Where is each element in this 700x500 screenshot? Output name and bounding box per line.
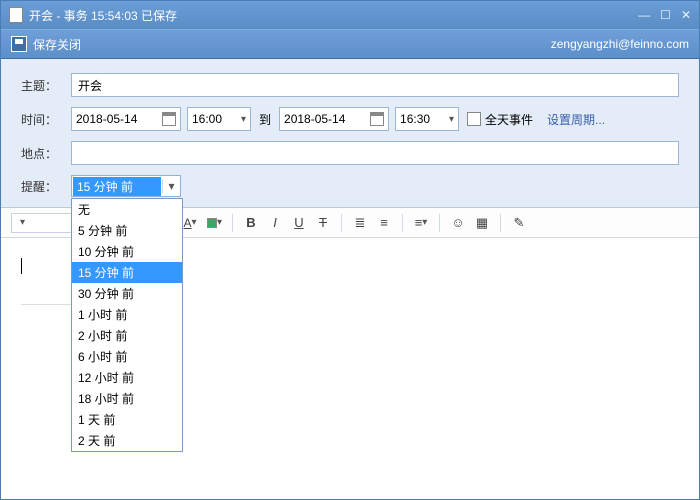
reminder-option[interactable]: 无 — [72, 199, 182, 220]
emoji-button[interactable]: ☺ — [448, 213, 468, 233]
reminder-dropdown[interactable]: 无5 分钟 前10 分钟 前15 分钟 前30 分钟 前1 小时 前2 小时 前… — [71, 198, 183, 452]
reminder-option[interactable]: 5 分钟 前 — [72, 220, 182, 241]
recurrence-link[interactable]: 设置周期... — [547, 111, 605, 128]
chevron-down-icon: ▾ — [162, 179, 180, 193]
allday-checkbox[interactable] — [467, 112, 481, 126]
align-button[interactable]: ≡▾ — [411, 213, 431, 233]
reminder-option[interactable]: 10 分钟 前 — [72, 241, 182, 262]
location-input[interactable] — [71, 141, 679, 165]
start-time-select[interactable]: 16:00 ▾ — [187, 107, 251, 131]
reminder-value: 15 分钟 前 — [73, 177, 161, 196]
start-date-input[interactable]: 2018-05-14 — [71, 107, 181, 131]
allday-label: 全天事件 — [485, 111, 533, 128]
reminder-option[interactable]: 12 小时 前 — [72, 367, 182, 388]
reminder-label: 提醒： — [21, 178, 71, 195]
reminder-option[interactable]: 18 小时 前 — [72, 388, 182, 409]
end-time-value: 16:30 — [400, 112, 449, 126]
font-color-button[interactable]: A▾ — [180, 213, 200, 233]
account-email: zengyangzhi@feinno.com — [551, 37, 689, 51]
bullet-list-button[interactable]: ≣ — [350, 213, 370, 233]
end-date-input[interactable]: 2018-05-14 — [279, 107, 389, 131]
reminder-option[interactable]: 1 小时 前 — [72, 304, 182, 325]
clear-format-button[interactable]: ✎ — [509, 213, 529, 233]
start-date-value: 2018-05-14 — [76, 112, 162, 126]
reminder-option[interactable]: 2 天 前 — [72, 430, 182, 451]
reminder-option[interactable]: 2 小时 前 — [72, 325, 182, 346]
save-icon — [11, 36, 27, 52]
italic-button[interactable]: I — [265, 213, 285, 233]
calendar-icon[interactable] — [370, 112, 384, 126]
document-icon — [9, 7, 23, 23]
time-label: 时间： — [21, 111, 71, 128]
number-list-button[interactable]: ≡ — [374, 213, 394, 233]
subject-input[interactable] — [71, 73, 679, 97]
end-time-select[interactable]: 16:30 ▾ — [395, 107, 459, 131]
strikethrough-button[interactable]: T — [313, 213, 333, 233]
minimize-button[interactable]: — — [638, 8, 650, 22]
save-close-button[interactable]: 保存关闭 — [33, 36, 81, 53]
reminder-select[interactable]: 15 分钟 前 ▾ 无5 分钟 前10 分钟 前15 分钟 前30 分钟 前1 … — [71, 175, 181, 197]
highlight-button[interactable]: ▾ — [204, 213, 224, 233]
subject-label: 主题： — [21, 77, 71, 94]
location-label: 地点： — [21, 145, 71, 162]
start-time-value: 16:00 — [192, 112, 241, 126]
reminder-option[interactable]: 30 分钟 前 — [72, 283, 182, 304]
reminder-option[interactable]: 15 分钟 前 — [72, 262, 182, 283]
close-button[interactable]: ✕ — [681, 8, 691, 22]
underline-button[interactable]: U — [289, 213, 309, 233]
maximize-button[interactable]: ☐ — [660, 8, 671, 22]
to-label: 到 — [259, 111, 271, 128]
image-button[interactable]: ▦ — [472, 213, 492, 233]
bold-button[interactable]: B — [241, 213, 261, 233]
reminder-option[interactable]: 1 天 前 — [72, 409, 182, 430]
reminder-option[interactable]: 6 小时 前 — [72, 346, 182, 367]
end-date-value: 2018-05-14 — [284, 112, 370, 126]
window-title: 开会 - 事务 15:54:03 已保存 — [29, 7, 177, 24]
chevron-down-icon: ▾ — [449, 114, 454, 125]
chevron-down-icon: ▾ — [241, 114, 246, 125]
calendar-icon[interactable] — [162, 112, 176, 126]
